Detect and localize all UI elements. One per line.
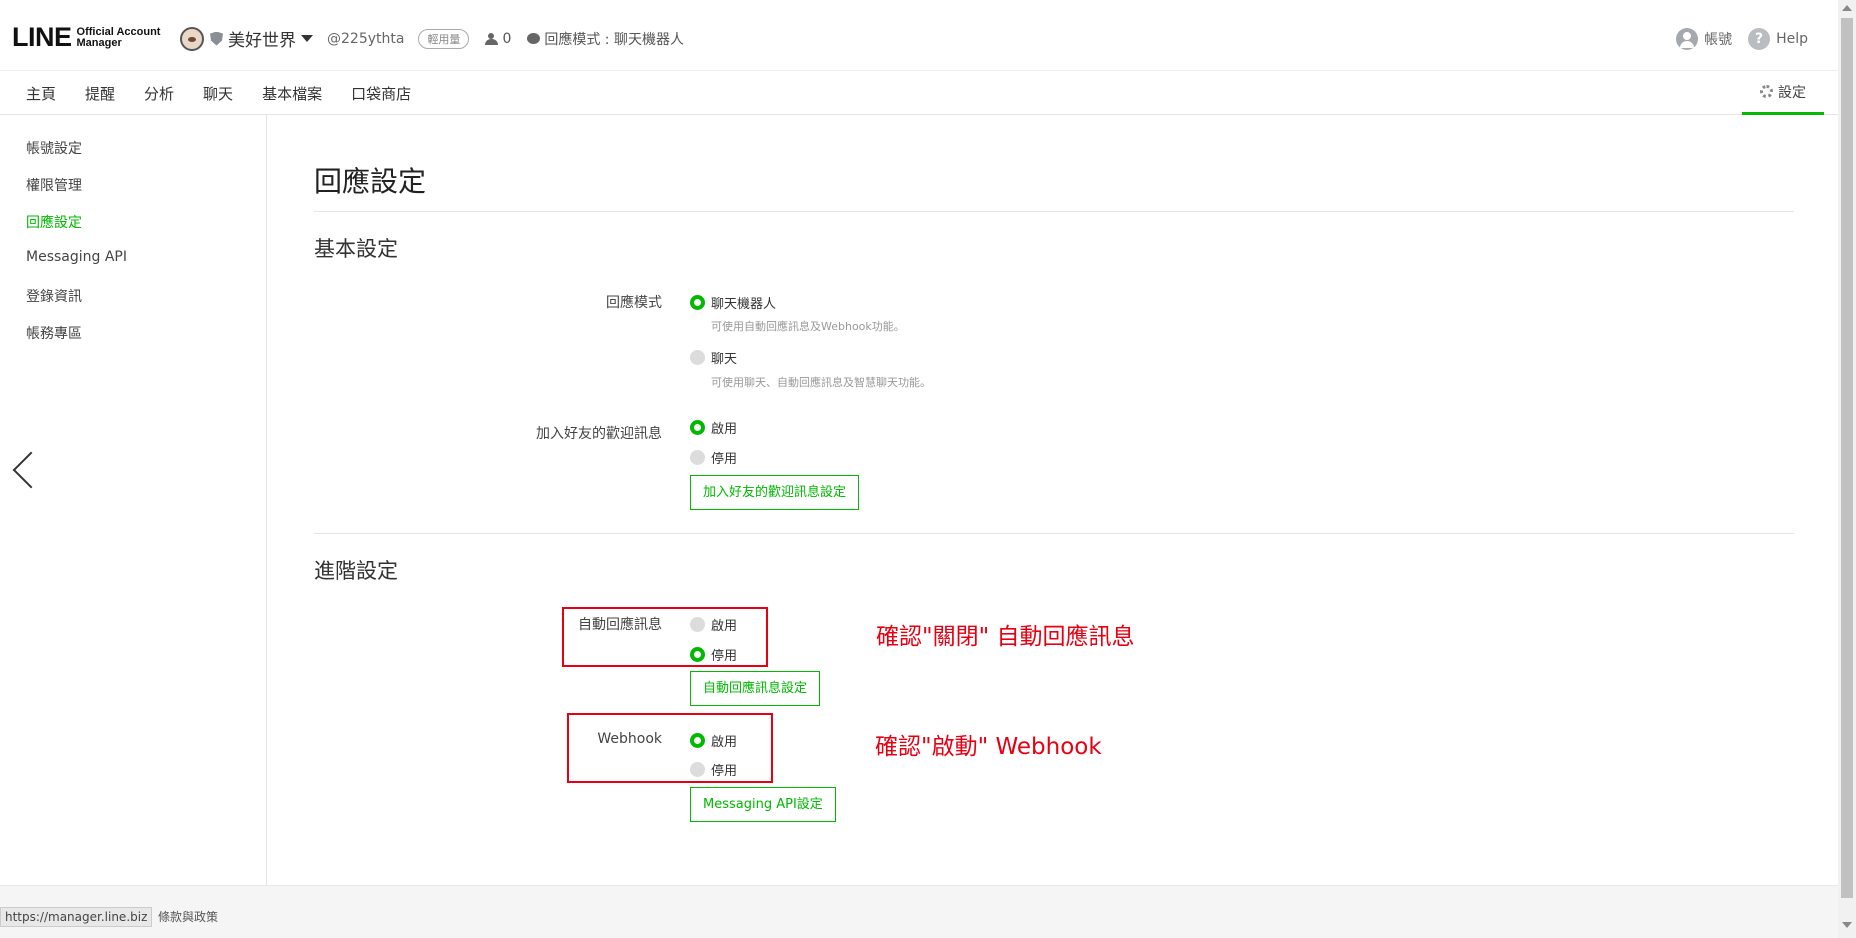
auto-reply-enable-option[interactable]: 啟用	[690, 615, 737, 634]
chevron-down-icon[interactable]	[301, 35, 313, 42]
option-label: 停用	[711, 764, 738, 779]
radio-selected[interactable]	[690, 647, 705, 662]
gear-icon	[1760, 85, 1773, 98]
sidebar-item-account-settings[interactable]: 帳號設定	[26, 138, 82, 158]
nav-tabs: 主頁 提醒 分析 聊天 基本檔案 口袋商店	[26, 83, 440, 104]
terms-link[interactable]: 條款與政策	[158, 908, 218, 925]
reply-mode-bot-option[interactable]: 聊天機器人	[690, 293, 776, 312]
nav-reminders[interactable]: 提醒	[85, 83, 115, 104]
bot-option-hint: 可使用自動回應訊息及Webhook功能。	[711, 320, 905, 333]
option-label: 啟用	[711, 619, 738, 634]
account-avatar[interactable]	[180, 26, 204, 51]
settings-sidebar: 帳號設定 權限管理 回應設定 Messaging API 登錄資訊 帳務專區	[0, 115, 267, 885]
sidebar-item-registration-info[interactable]: 登錄資訊	[26, 286, 82, 306]
annotation-highlight-box	[567, 713, 773, 783]
webhook-disable-option[interactable]: 停用	[690, 760, 737, 779]
radio-unselected[interactable]	[690, 617, 705, 632]
welcome-enable-option[interactable]: 啟用	[690, 418, 737, 437]
main-nav: 主頁 提醒 分析 聊天 基本檔案 口袋商店 設定	[0, 70, 1838, 115]
nav-profile[interactable]: 基本檔案	[262, 83, 322, 104]
divider	[314, 533, 1794, 534]
auto-reply-label: 自動回應訊息	[578, 617, 662, 633]
radio-unselected[interactable]	[690, 350, 705, 365]
sidebar-item-permissions[interactable]: 權限管理	[26, 175, 82, 195]
divider	[314, 211, 1794, 212]
help-icon[interactable]: ?	[1748, 28, 1771, 50]
nav-analytics[interactable]: 分析	[144, 83, 174, 104]
option-label: 聊天機器人	[711, 297, 777, 312]
welcome-message-settings-button[interactable]: 加入好友的歡迎訊息設定	[690, 475, 860, 510]
vertical-scrollbar[interactable]	[1838, 0, 1856, 938]
browser-status-url: https://manager.line.biz	[0, 907, 153, 927]
option-label: 停用	[711, 649, 738, 664]
account-name[interactable]: 美好世界	[228, 26, 296, 51]
line-oa-logo[interactable]: LINE Official Account Manager	[12, 22, 160, 53]
radio-unselected[interactable]	[690, 450, 705, 465]
radio-selected[interactable]	[690, 733, 705, 748]
nav-settings[interactable]: 設定	[1742, 71, 1824, 115]
chat-option-hint: 可使用聊天、自動回應訊息及智慧聊天功能。	[711, 376, 931, 389]
nav-settings-label: 設定	[1778, 84, 1806, 101]
friends-count: 0	[502, 30, 512, 47]
account-link[interactable]: 帳號	[1704, 29, 1732, 49]
sidebar-item-messaging-api[interactable]: Messaging API	[26, 249, 127, 265]
friends-icon	[485, 32, 499, 45]
shield-icon	[210, 31, 223, 46]
radio-selected[interactable]	[690, 295, 705, 310]
reply-mode-label: 回應模式	[606, 295, 662, 311]
sidebar-item-billing[interactable]: 帳務專區	[26, 323, 82, 343]
page-title: 回應設定	[314, 165, 427, 198]
account-switcher: 美好世界 @225ythta 輕用量 0 回應模式 : 聊天機器人	[180, 26, 684, 51]
top-header: LINE Official Account Manager 美好世界 @225y…	[0, 0, 1838, 70]
nav-chat[interactable]: 聊天	[203, 83, 233, 104]
scrollbar-thumb[interactable]	[1841, 18, 1853, 898]
user-icon[interactable]	[1676, 28, 1699, 50]
webhook-enable-option[interactable]: 啟用	[690, 731, 737, 750]
radio-selected[interactable]	[690, 420, 705, 435]
option-label: 啟用	[711, 422, 738, 437]
webhook-annotation: 確認"啟動" Webhook	[875, 734, 1102, 760]
section-title-basic: 基本設定	[314, 237, 398, 261]
chat-bubble-icon	[527, 33, 541, 44]
option-label: 聊天	[711, 352, 738, 367]
reply-mode-status[interactable]: 回應模式 : 聊天機器人	[544, 29, 684, 49]
account-id: @225ythta	[327, 30, 405, 47]
nav-home[interactable]: 主頁	[26, 83, 56, 104]
welcome-disable-option[interactable]: 停用	[690, 448, 737, 467]
radio-unselected[interactable]	[690, 762, 705, 777]
webhook-label: Webhook	[597, 731, 662, 747]
plan-badge: 輕用量	[418, 28, 470, 49]
back-arrow-icon[interactable]	[10, 449, 34, 489]
auto-reply-disable-option[interactable]: 停用	[690, 645, 737, 664]
header-right-links: 帳號 ? Help	[1676, 28, 1808, 50]
option-label: 啟用	[711, 735, 738, 750]
logo-text: LINE	[12, 22, 72, 52]
main-content: 回應設定 基本設定 回應模式 聊天機器人 可使用自動回應訊息及Webhook功能…	[268, 115, 1838, 885]
logo-subtitle: Official Account Manager	[76, 25, 161, 49]
scroll-up-arrow-icon[interactable]	[1842, 5, 1852, 11]
sidebar-item-response-settings[interactable]: 回應設定	[26, 212, 82, 232]
nav-pocket-shop[interactable]: 口袋商店	[351, 83, 411, 104]
messaging-api-settings-button[interactable]: Messaging API設定	[690, 787, 836, 822]
option-label: 停用	[711, 452, 738, 467]
help-link[interactable]: Help	[1776, 31, 1808, 47]
page-footer: 條款與政策	[0, 885, 1838, 938]
welcome-message-label: 加入好友的歡迎訊息	[536, 426, 662, 442]
reply-mode-chat-option[interactable]: 聊天	[690, 348, 737, 367]
auto-reply-settings-button[interactable]: 自動回應訊息設定	[690, 671, 821, 706]
scroll-down-arrow-icon[interactable]	[1842, 922, 1852, 928]
auto-reply-annotation: 確認"關閉" 自動回應訊息	[876, 624, 1135, 650]
section-title-advanced: 進階設定	[314, 559, 398, 583]
